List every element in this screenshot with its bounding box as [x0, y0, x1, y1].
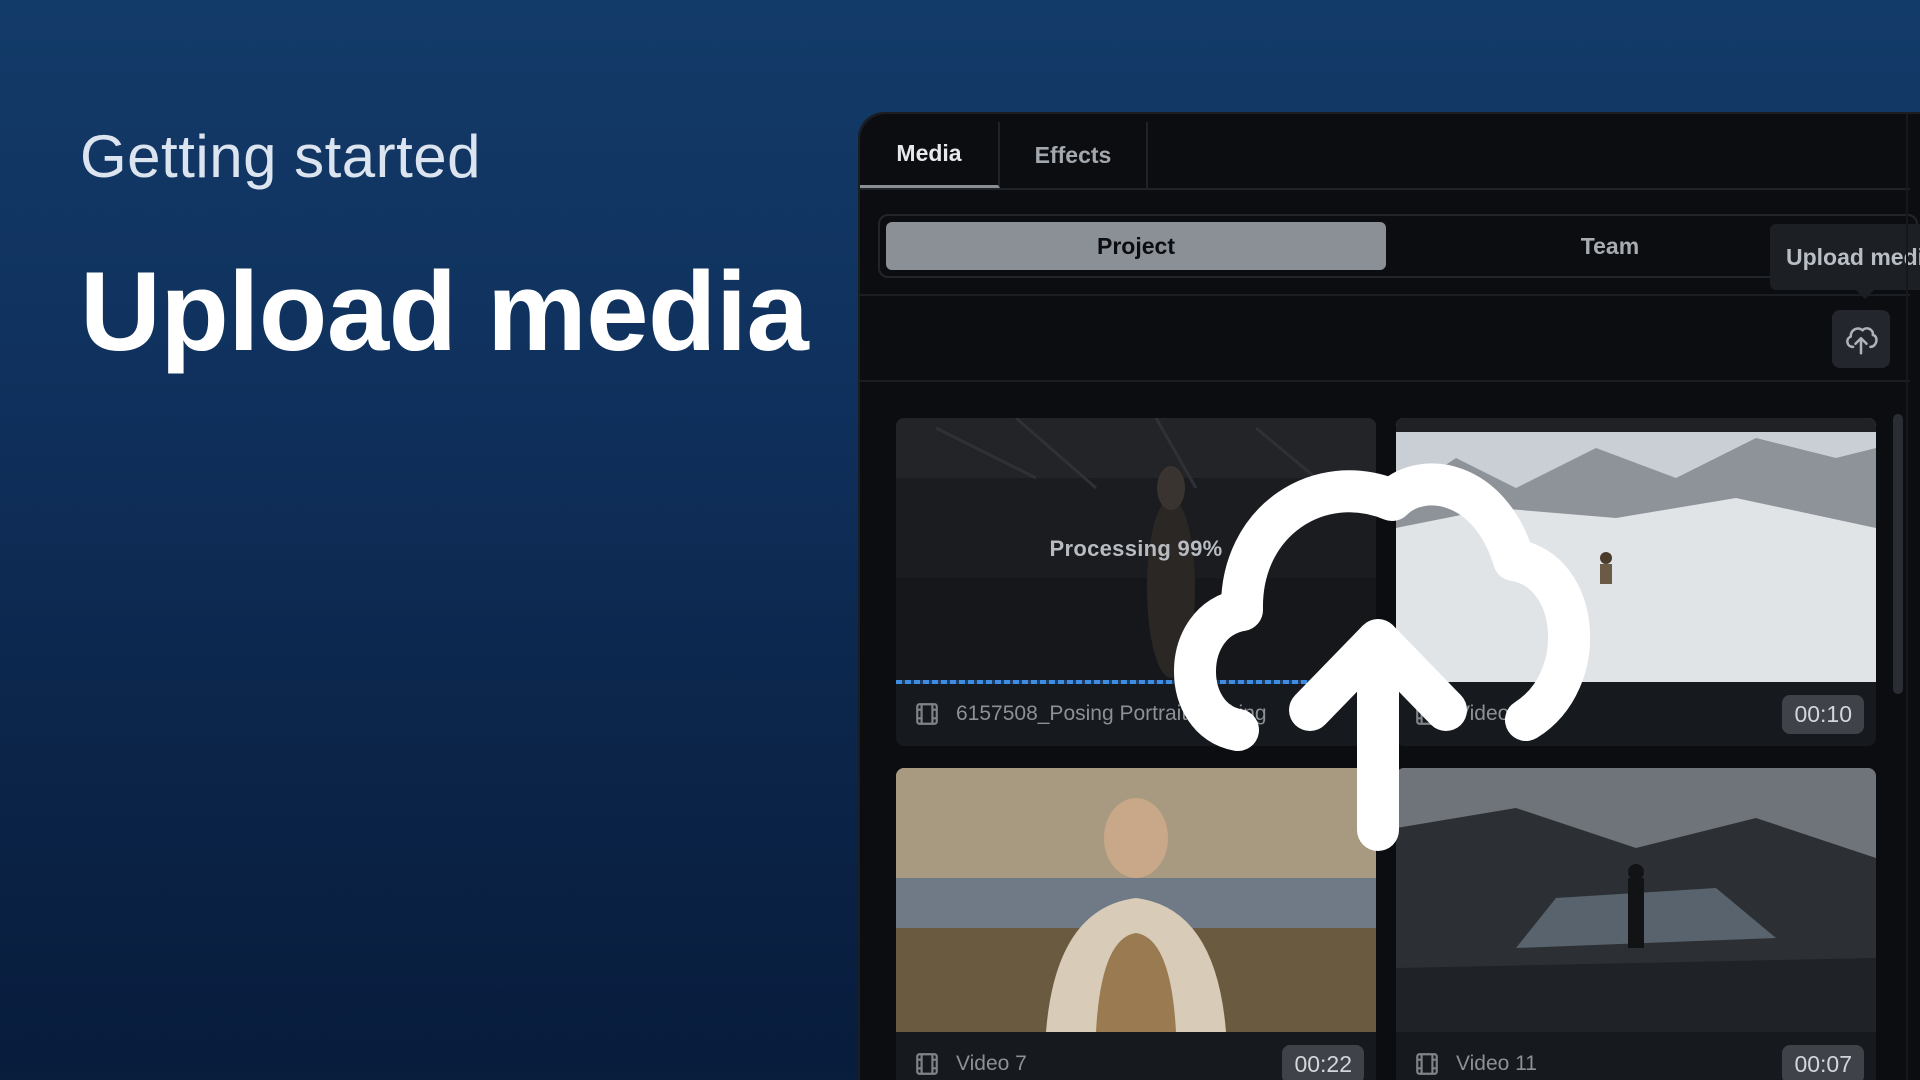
card-footer: Video 7: [896, 1032, 1376, 1080]
divider: [860, 294, 1910, 296]
eyebrow-text: Getting started: [80, 123, 482, 190]
card-footer: Video 11: [1396, 1032, 1876, 1080]
cloud-upload-icon: [1174, 463, 1591, 851]
film-icon: [916, 703, 938, 725]
media-name: Video 7: [956, 1052, 1027, 1075]
upload-media-button[interactable]: [1832, 310, 1890, 368]
panel-edge: [1906, 114, 1908, 1080]
media-scrollbar[interactable]: [1893, 414, 1903, 694]
segment-team[interactable]: Team: [1460, 222, 1760, 270]
segment-project[interactable]: Project: [886, 222, 1386, 270]
cloud-upload-icon: [1846, 327, 1878, 355]
tab-effects[interactable]: Effects: [1000, 122, 1148, 188]
panel-tabs: Media Effects: [860, 122, 1910, 190]
divider: [860, 380, 1910, 382]
headline-text: Upload media: [80, 249, 809, 374]
tab-media[interactable]: Media: [860, 122, 1000, 188]
media-name: Video 11: [1456, 1052, 1537, 1075]
film-icon: [1416, 1053, 1438, 1075]
upload-tooltip: Upload media: [1770, 224, 1920, 290]
scope-segmented-control: Project Team: [878, 214, 1918, 278]
film-icon: [916, 1053, 938, 1075]
